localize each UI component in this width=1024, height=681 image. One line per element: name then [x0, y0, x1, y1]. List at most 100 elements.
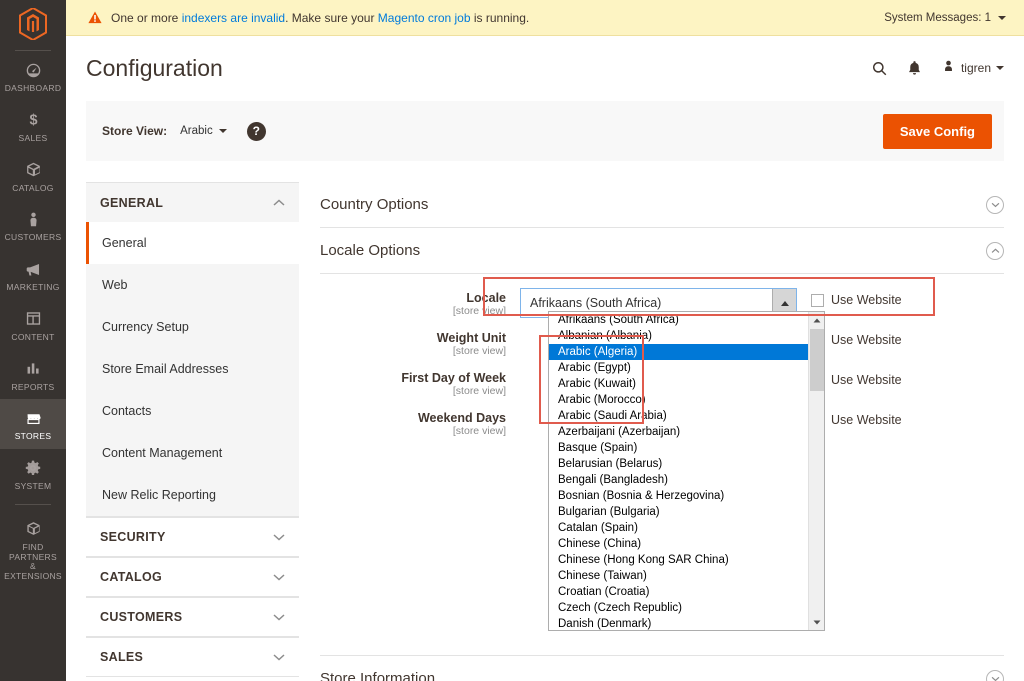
- tree-item-new-relic-reporting[interactable]: New Relic Reporting: [86, 474, 299, 516]
- sidebar-item-dashboard[interactable]: DASHBOARD: [0, 51, 66, 101]
- person-icon: [25, 208, 42, 230]
- use-website-label: Use Website: [831, 293, 902, 307]
- dashboard-icon: [25, 59, 42, 81]
- chevron-down-icon: [273, 610, 285, 624]
- sidebar-item-customers[interactable]: CUSTOMERS: [0, 200, 66, 250]
- tree-group-label-customers: CUSTOMERS: [100, 610, 183, 624]
- system-messages-count: System Messages: 1: [884, 11, 991, 24]
- locale-option[interactable]: Arabic (Morocco): [549, 392, 809, 408]
- tree-item-content-management[interactable]: Content Management: [86, 432, 299, 474]
- sidebar-label-dashboard: DASHBOARD: [4, 83, 62, 93]
- cron-job-link[interactable]: Magento cron job: [378, 11, 471, 25]
- locale-option[interactable]: Arabic (Egypt): [549, 360, 809, 376]
- field-label-text: Weight Unit: [436, 331, 506, 345]
- locale-option[interactable]: Albanian (Albania): [549, 328, 809, 344]
- locale-option[interactable]: Basque (Spain): [549, 440, 809, 456]
- locale-option[interactable]: Afrikaans (South Africa): [549, 312, 809, 328]
- user-menu[interactable]: tigren: [941, 59, 1004, 77]
- dropdown-scrollbar[interactable]: [808, 312, 824, 630]
- save-config-button[interactable]: Save Config: [882, 113, 992, 149]
- locale-option[interactable]: Belarusian (Belarus): [549, 456, 809, 472]
- scroll-up-arrow-icon[interactable]: [809, 312, 824, 328]
- locale-option[interactable]: Bengali (Bangladesh): [549, 472, 809, 488]
- locale-option[interactable]: Chinese (China): [549, 536, 809, 552]
- tree-group-customers[interactable]: CUSTOMERS: [86, 597, 299, 637]
- chevron-down-icon: [998, 15, 1006, 20]
- chevron-down-circle-icon: [986, 195, 1004, 214]
- tree-item-label: Store Email Addresses: [102, 362, 229, 376]
- magento-admin-configuration-page: DASHBOARD $ SALES CATALOG CUSTOMERS MARK…: [0, 0, 1024, 681]
- tree-item-currency-setup[interactable]: Currency Setup: [86, 306, 299, 348]
- store-view-select[interactable]: Arabic: [180, 125, 227, 137]
- locale-option[interactable]: Danish (Denmark): [549, 616, 809, 630]
- tree-item-general[interactable]: General: [86, 222, 299, 264]
- tree-group-catalog[interactable]: CATALOG: [86, 557, 299, 597]
- user-avatar-icon: [941, 59, 956, 77]
- question-mark-icon[interactable]: ?: [246, 121, 266, 141]
- locale-option[interactable]: Arabic (Algeria): [549, 344, 824, 360]
- section-header-store-information[interactable]: Store Information: [320, 655, 1004, 681]
- tree-item-contacts[interactable]: Contacts: [86, 390, 299, 432]
- locale-option[interactable]: Bulgarian (Bulgaria): [549, 504, 809, 520]
- locale-option[interactable]: Chinese (Hong Kong SAR China): [549, 552, 809, 568]
- magento-logo[interactable]: [0, 0, 66, 44]
- scroll-down-arrow-icon[interactable]: [809, 614, 824, 630]
- tree-item-label: General: [102, 236, 147, 250]
- sidebar-item-system[interactable]: SYSTEM: [0, 449, 66, 499]
- tree-item-web[interactable]: Web: [86, 264, 299, 306]
- tree-item-label: Contacts: [102, 404, 152, 418]
- sidebar-label-reports: REPORTS: [11, 381, 55, 392]
- scrollbar-thumb[interactable]: [810, 329, 824, 391]
- search-icon[interactable]: [871, 60, 888, 77]
- tree-group-sales[interactable]: SALES: [86, 637, 299, 677]
- tree-group-label-catalog: CATALOG: [100, 570, 163, 584]
- section-header-country-options[interactable]: Country Options: [320, 182, 1004, 228]
- tree-group-general[interactable]: GENERAL: [86, 182, 299, 222]
- sidebar-label-stores: STORES: [14, 431, 52, 442]
- sidebar-item-marketing[interactable]: MARKETING: [0, 250, 66, 300]
- tree-item-label: Currency Setup: [102, 320, 189, 334]
- tree-item-store-email-addresses[interactable]: Store Email Addresses: [86, 348, 299, 390]
- use-website-locale: Use Website: [797, 288, 902, 307]
- locale-option[interactable]: Chinese (Taiwan): [549, 568, 809, 584]
- locale-option[interactable]: Czech (Czech Republic): [549, 600, 809, 616]
- section-title-country-options: Country Options: [320, 196, 429, 213]
- field-label-text: Locale: [466, 291, 506, 305]
- locale-option[interactable]: Croatian (Croatia): [549, 584, 809, 600]
- svg-text:$: $: [29, 113, 37, 128]
- sidebar-item-catalog[interactable]: CATALOG: [0, 151, 66, 201]
- section-header-store-information-wrap: Store Information: [320, 655, 1004, 681]
- use-website-checkbox[interactable]: [811, 293, 824, 307]
- sidebar-item-reports[interactable]: REPORTS: [0, 350, 66, 400]
- sidebar-label-find-partners: FIND PARTNERS & EXTENSIONS: [4, 541, 62, 582]
- locale-dropdown-options: Afrikaans (South Africa) Albanian (Albani…: [549, 312, 824, 630]
- locale-option[interactable]: Azerbaijani (Azerbaijan): [549, 424, 809, 440]
- locale-option[interactable]: Bosnian (Bosnia & Herzegovina): [549, 488, 809, 504]
- system-messages-toggle[interactable]: System Messages: 1: [884, 12, 1006, 24]
- bell-icon[interactable]: [907, 60, 922, 77]
- package-icon: [25, 518, 42, 540]
- indexers-link[interactable]: indexers are invalid: [182, 11, 285, 25]
- page-header: Configuration tigren: [66, 36, 1024, 100]
- field-label-text: First Day of Week: [401, 371, 506, 385]
- tree-item-label: New Relic Reporting: [102, 488, 216, 502]
- section-header-locale-options[interactable]: Locale Options: [320, 228, 1004, 274]
- sidebar-item-stores[interactable]: STORES: [0, 399, 66, 450]
- field-label-weekend-days: Weekend Days [store view]: [320, 408, 520, 439]
- sidebar-item-find-partners[interactable]: FIND PARTNERS & EXTENSIONS: [0, 510, 66, 589]
- box-icon: [25, 159, 42, 181]
- locale-option[interactable]: Catalan (Spain): [549, 520, 809, 536]
- layout-icon: [25, 308, 42, 330]
- locale-option[interactable]: Arabic (Kuwait): [549, 376, 809, 392]
- system-message-bar: One or more indexers are invalid. Make s…: [66, 0, 1024, 36]
- field-scope-text: [store view]: [452, 305, 506, 318]
- locale-select-value: Afrikaans (South Africa): [530, 296, 662, 310]
- tree-group-security[interactable]: SECURITY: [86, 517, 299, 557]
- sidebar-item-content[interactable]: CONTENT: [0, 300, 66, 350]
- user-name: tigren: [960, 61, 991, 75]
- sidebar-item-sales[interactable]: $ SALES: [0, 101, 66, 151]
- locale-dropdown-list[interactable]: Afrikaans (South Africa) Albanian (Albani…: [548, 311, 825, 631]
- sidebar-label-customers: CUSTOMERS: [4, 232, 62, 243]
- locale-option[interactable]: Arabic (Saudi Arabia): [549, 408, 809, 424]
- sidebar-label-catalog: CATALOG: [12, 182, 54, 193]
